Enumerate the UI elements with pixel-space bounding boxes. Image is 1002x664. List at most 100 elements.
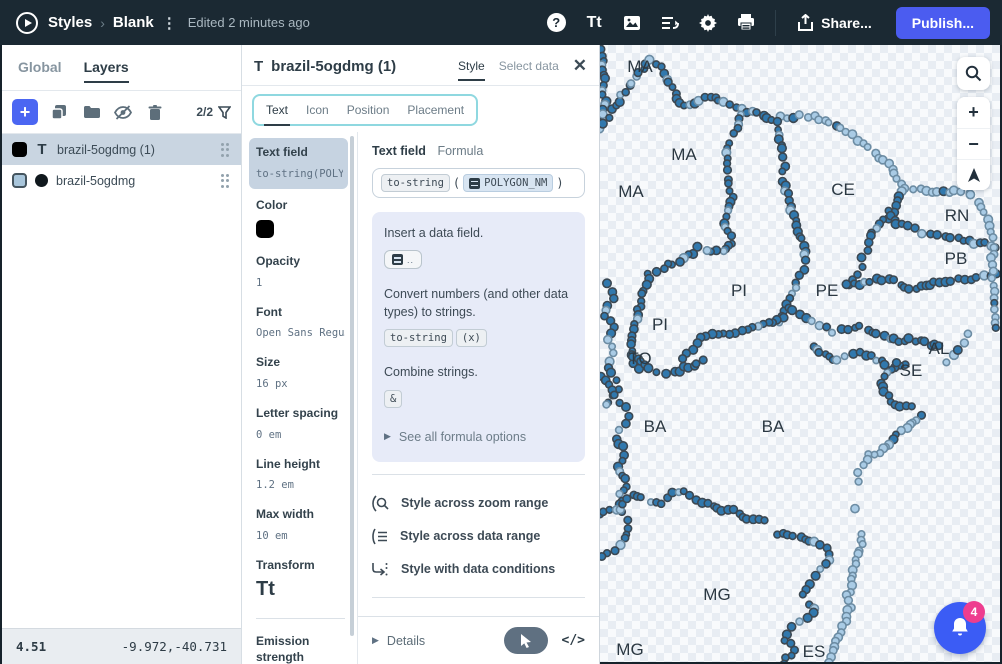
data-field-icon [469,178,480,189]
data-range-icon [372,528,388,545]
property-max-width[interactable]: Max width 10 em [242,500,357,551]
publish-button[interactable]: Publish... [896,7,990,39]
text-layer-icon: T [254,58,263,75]
layer-color-swatch [12,173,27,188]
zoom-range-icon [372,495,389,512]
tab-global[interactable]: Global [18,59,62,82]
insert-field-button[interactable]: .. [384,250,422,269]
typography-icon[interactable]: Tt [577,6,611,40]
folder-icon[interactable] [80,101,102,123]
share-label: Share... [821,15,872,31]
property-emission-strength[interactable]: Emission strength 1 intensity [242,627,357,664]
point-layer-icon [35,174,48,187]
add-layer-button[interactable]: + [12,99,38,125]
cursor-icon [519,633,533,648]
zoom-in-button[interactable]: + [957,97,990,128]
top-bar: Styles › Blank ⋮ Edited 2 minutes ago ? … [0,0,1002,45]
compass-arrow-icon [967,168,981,183]
color-swatch[interactable] [256,220,274,238]
style-across-data-range[interactable]: Style across data range [372,520,585,553]
map-border-dots [600,45,1002,664]
zoom-out-button[interactable]: − [957,128,990,159]
details-toggle[interactable]: ▶ Details [372,634,425,648]
subtab-text[interactable]: Text [266,103,288,117]
map-search-button[interactable] [957,57,990,90]
gear-icon[interactable] [691,6,725,40]
breadcrumb-app[interactable]: Styles [48,14,92,31]
style-subtabs: Text Icon Position Placement [242,86,599,132]
duplicate-icon[interactable] [48,101,70,123]
close-icon[interactable]: ✕ [573,56,587,76]
filter-icon[interactable] [218,106,231,119]
divider [372,474,585,475]
formula-input[interactable]: to-string ( POLYGON_NM ) [372,168,585,198]
style-with-data-conditions[interactable]: Style with data conditions [372,553,585,585]
layer-row-text[interactable]: T brazil-5ogdmg (1) [2,134,241,165]
layer-color-swatch [12,142,27,157]
data-conditions-icon [372,561,389,577]
tab-select-data[interactable]: Select data [499,59,559,81]
property-scrollbar[interactable] [350,136,354,636]
style-panel: T brazil-5ogdmg (1) Style Select data ✕ … [242,45,600,664]
property-text-field[interactable]: Text field to-string(POLY… [249,138,348,189]
see-all-formula-options[interactable]: ▶ See all formula options [384,424,573,458]
help-convert-text: Convert numbers (and other data types) t… [384,285,573,321]
subtab-icon[interactable]: Icon [306,103,329,117]
tab-layers[interactable]: Layers [84,59,129,82]
app-logo-icon[interactable] [16,12,38,34]
delete-layer-icon[interactable] [144,101,166,123]
formula-field-chip[interactable]: POLYGON_NM [463,174,553,192]
x-arg-chip[interactable]: (x) [456,329,487,347]
doc-menu-icon[interactable]: ⋮ [162,14,178,32]
property-transform[interactable]: Transform Tt [242,551,357,611]
topbar-actions: ? Tt Share... Publish... [539,6,990,40]
ampersand-chip[interactable]: & [384,390,402,408]
share-button[interactable]: Share... [788,8,882,37]
property-size[interactable]: Size 16 px [242,348,357,399]
layer-row-point[interactable]: brazil-5ogdmg [2,165,241,196]
property-font[interactable]: Font Open Sans Regu… [242,298,357,349]
style-across-zoom-range[interactable]: Style across zoom range [372,487,585,520]
help-combine-text: Combine strings. [384,363,573,381]
formula-panel: Text field Formula to-string ( POLYGON_N… [358,132,599,664]
formula-mode-label: Formula [437,144,483,158]
property-divider [256,618,345,619]
zoom-level: 4.51 [16,639,46,654]
panel-footer: ▶ Details </> [358,616,599,664]
breadcrumb-doc[interactable]: Blank [113,14,154,31]
property-line-height[interactable]: Line height 1.2 em [242,450,357,501]
printer-icon[interactable] [729,6,763,40]
property-letter-spacing[interactable]: Letter spacing 0 em [242,399,357,450]
layers-toolbar: + 2/2 [2,91,241,134]
hide-layers-icon[interactable] [112,101,134,123]
breadcrumb-separator-icon: › [100,15,105,31]
data-field-icon [392,254,403,265]
compass-button[interactable] [957,159,990,190]
help-insert-text: Insert a data field. [384,224,573,242]
notification-badge: 4 [963,601,985,623]
panel-title: brazil-5ogdmg (1) [271,58,444,75]
code-view-button[interactable]: </> [562,633,585,648]
list-export-icon[interactable] [653,6,687,40]
sidebar-tabs: Global Layers [2,45,241,91]
subtab-position[interactable]: Position [347,103,390,117]
subtab-placement[interactable]: Placement [407,103,464,117]
property-opacity[interactable]: Opacity 1 [242,247,357,298]
expand-triangle-icon: ▶ [384,431,391,442]
layer-name: brazil-5ogdmg (1) [57,143,213,157]
to-string-chip[interactable]: to-string [384,329,453,347]
property-list: Text field to-string(POLY… Color Opacity… [242,132,358,664]
pointer-tool-button[interactable] [504,627,548,654]
formula-fn-chip[interactable]: to-string [381,174,450,192]
tab-style[interactable]: Style [458,59,485,81]
cursor-coordinates: -9.972,-40.731 [122,639,227,654]
layers-sidebar: Global Layers + 2/2 [0,45,242,664]
drag-handle-icon[interactable] [221,143,230,157]
drag-handle-icon[interactable] [221,174,230,188]
image-icon[interactable] [615,6,649,40]
property-color[interactable]: Color [242,191,357,248]
help-icon[interactable]: ? [539,6,573,40]
expand-triangle-icon: ▶ [372,635,379,646]
map-canvas[interactable]: + − 4 MAMAMACERNPBPIPEPITOALSEBABAMGMGES [600,45,1002,664]
layer-count: 2/2 [196,105,231,119]
